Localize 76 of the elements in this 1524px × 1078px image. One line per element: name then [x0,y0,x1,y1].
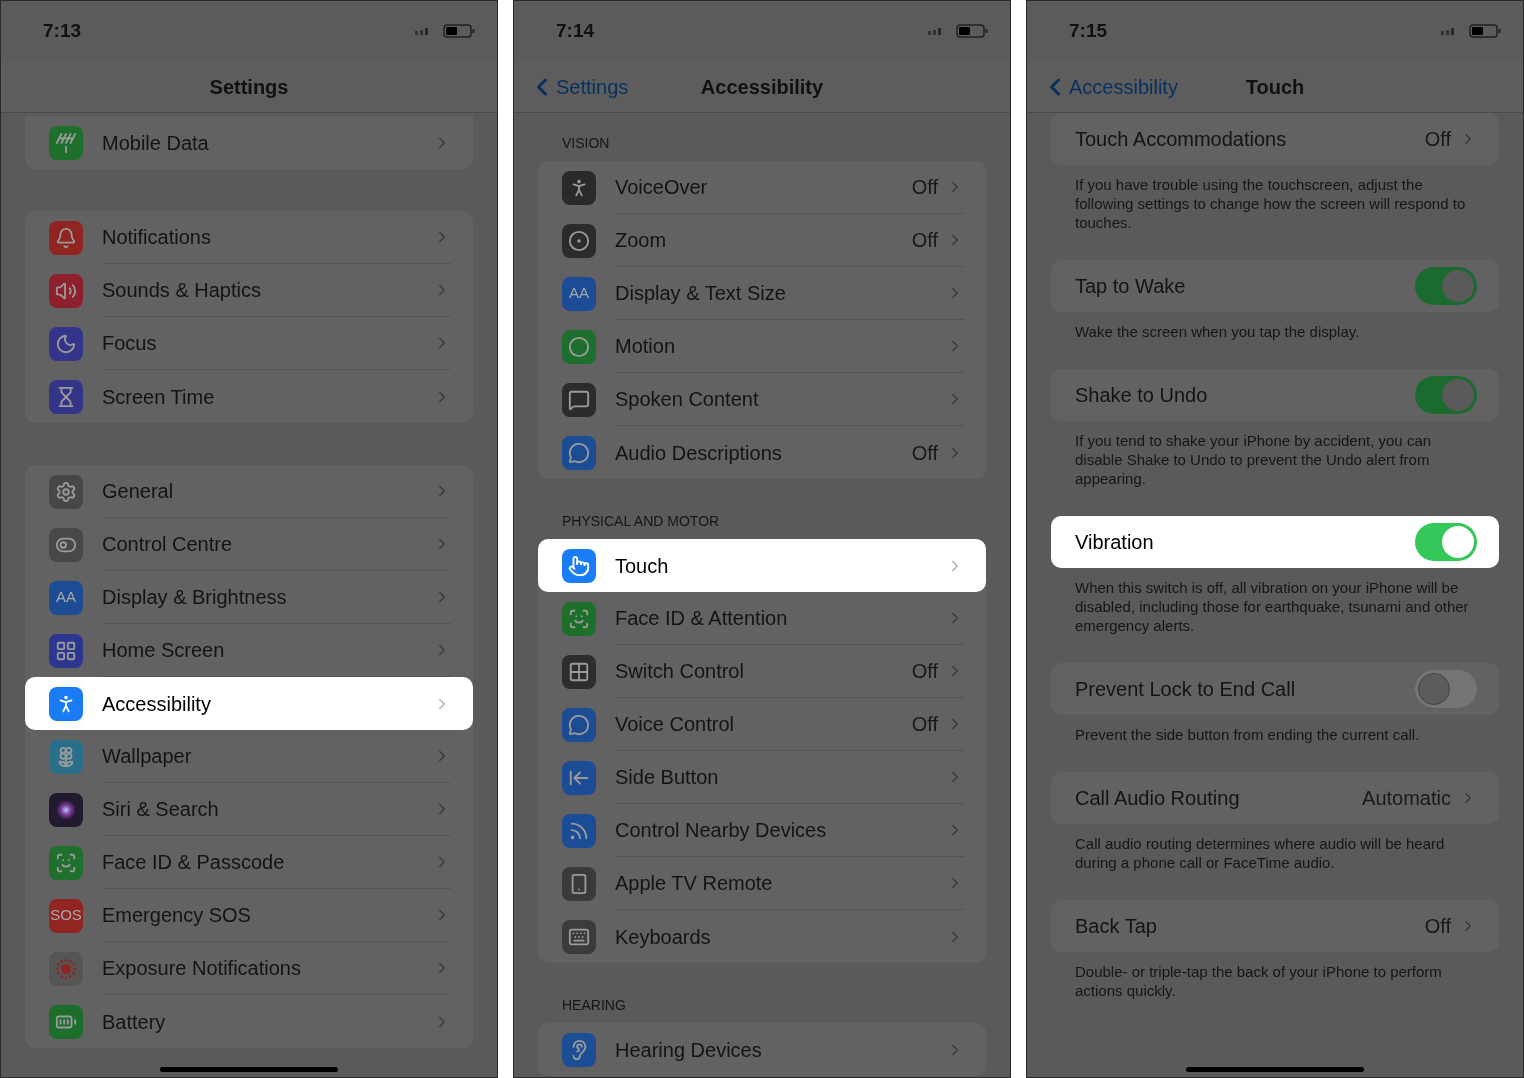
settings-row[interactable]: SOS Emergency SOS [25,889,473,942]
settings-row[interactable]: VoiceOver Off [538,161,986,214]
settings-row[interactable]: Sounds & Haptics [25,264,473,317]
footer-text: Double- or triple-tap the back of your iPhone to perform actions quickly. [1074,962,1443,1000]
row-value: Off [911,228,938,253]
back-button[interactable]: Settings [528,71,629,102]
settings-row[interactable]: Side Button [538,751,986,804]
settings-row[interactable]: General [25,465,473,518]
footer-text: If you have trouble using the touchscreen, adjust the following settings to change how the screen will respond to touches. [1074,175,1467,232]
settings-row[interactable]: Prevent Lock to End Call [1051,663,1499,715]
toggle-switch[interactable] [1415,523,1477,561]
settings-row[interactable]: Focus [25,317,473,370]
settings-row[interactable]: Switch Control Off [538,645,986,698]
settings-row[interactable]: Audio Descriptions Off [538,426,986,479]
settings-row[interactable]: Siri & Search [25,783,473,836]
text-size-icon: AA [49,580,83,615]
settings-row[interactable]: Wallpaper [25,730,473,783]
row-value: Off [911,659,938,684]
back-button[interactable]: Accessibility [1041,71,1178,102]
toggle-switch[interactable] [1415,376,1477,414]
row-value: Off [1424,914,1451,939]
settings-row[interactable]: Vibration [1051,516,1499,568]
battery-icon [956,24,988,38]
settings-row[interactable]: AA Display & Brightness [25,571,473,624]
nav-title: Touch [1245,74,1305,100]
settings-row[interactable]: Notifications [25,211,473,264]
toggle-switch[interactable] [1415,267,1477,305]
settings-row[interactable]: Spoken Content [538,373,986,426]
settings-row[interactable]: Hearing Devices [538,1023,986,1076]
status-time: 7:13 [43,18,82,43]
row-value: Off [911,175,938,200]
footer-text: When this switch is off, all vibration on your iPhone will be disabled, including those for earthquake, tsunami and other emergency alerts. [1074,578,1470,635]
settings-row[interactable]: Back Tap Off [1051,900,1499,952]
settings-row[interactable]: Touch [538,539,986,592]
settings-row[interactable]: Touch Accommodations Off [1051,113,1499,165]
footer-text: Wake the screen when you tap the display. [1074,322,1361,341]
battery-icon [443,24,475,38]
settings-row[interactable]: Face ID & Passcode [25,836,473,889]
row-value: Off [1424,127,1451,152]
sos-icon: SOS [49,898,83,933]
row-value: Automatic [1362,786,1451,811]
settings-row[interactable]: Call Audio Routing Automatic [1051,772,1499,824]
footer-text: Call audio routing determines where audio will be heard during a phone call or FaceTime audio. [1074,834,1446,872]
row-value: Off [911,712,938,737]
settings-row[interactable]: Face ID & Attention [538,592,986,645]
battery-icon [1469,24,1501,38]
settings-row[interactable]: Accessibility [25,677,473,730]
settings-row[interactable]: AA Display & Text Size [538,267,986,320]
settings-row[interactable]: Zoom Off [538,214,986,267]
section-header: HEARING [561,997,627,1014]
section-header: PHYSICAL AND MOTOR [561,513,721,530]
signal-icon [1439,27,1457,35]
toggle-switch[interactable] [1415,670,1477,708]
status-time: 7:14 [556,18,595,43]
row-value: Off [911,440,938,466]
settings-row[interactable]: Control Centre [25,518,473,571]
settings-row[interactable]: Apple TV Remote [538,857,986,910]
settings-row[interactable]: Tap to Wake [1051,260,1499,312]
nav-title: Settings [209,74,289,100]
nav-title: Accessibility [700,74,824,100]
section-header: VISION [561,135,611,152]
settings-row[interactable]: Keyboards [538,910,986,963]
settings-row[interactable]: Screen Time [25,370,473,423]
settings-row[interactable]: Motion [538,320,986,373]
signal-icon [926,27,944,35]
text-size-icon: AA [562,276,596,311]
settings-row[interactable]: Voice Control Off [538,698,986,751]
status-time: 7:15 [1069,18,1108,43]
settings-row[interactable]: Exposure Notifications [25,942,473,995]
settings-row[interactable]: Battery [25,995,473,1048]
settings-row[interactable]: Mobile Data [25,116,473,169]
settings-row[interactable]: Control Nearby Devices [538,804,986,857]
footer-text: If you tend to shake your iPhone by accident, you can disable Shake to Undo to prevent the Undo alert from appearing. [1074,431,1433,488]
footer-text: Prevent the side button from ending the current call. [1074,725,1421,744]
settings-row[interactable]: Shake to Undo [1051,369,1499,421]
signal-icon [413,27,431,35]
